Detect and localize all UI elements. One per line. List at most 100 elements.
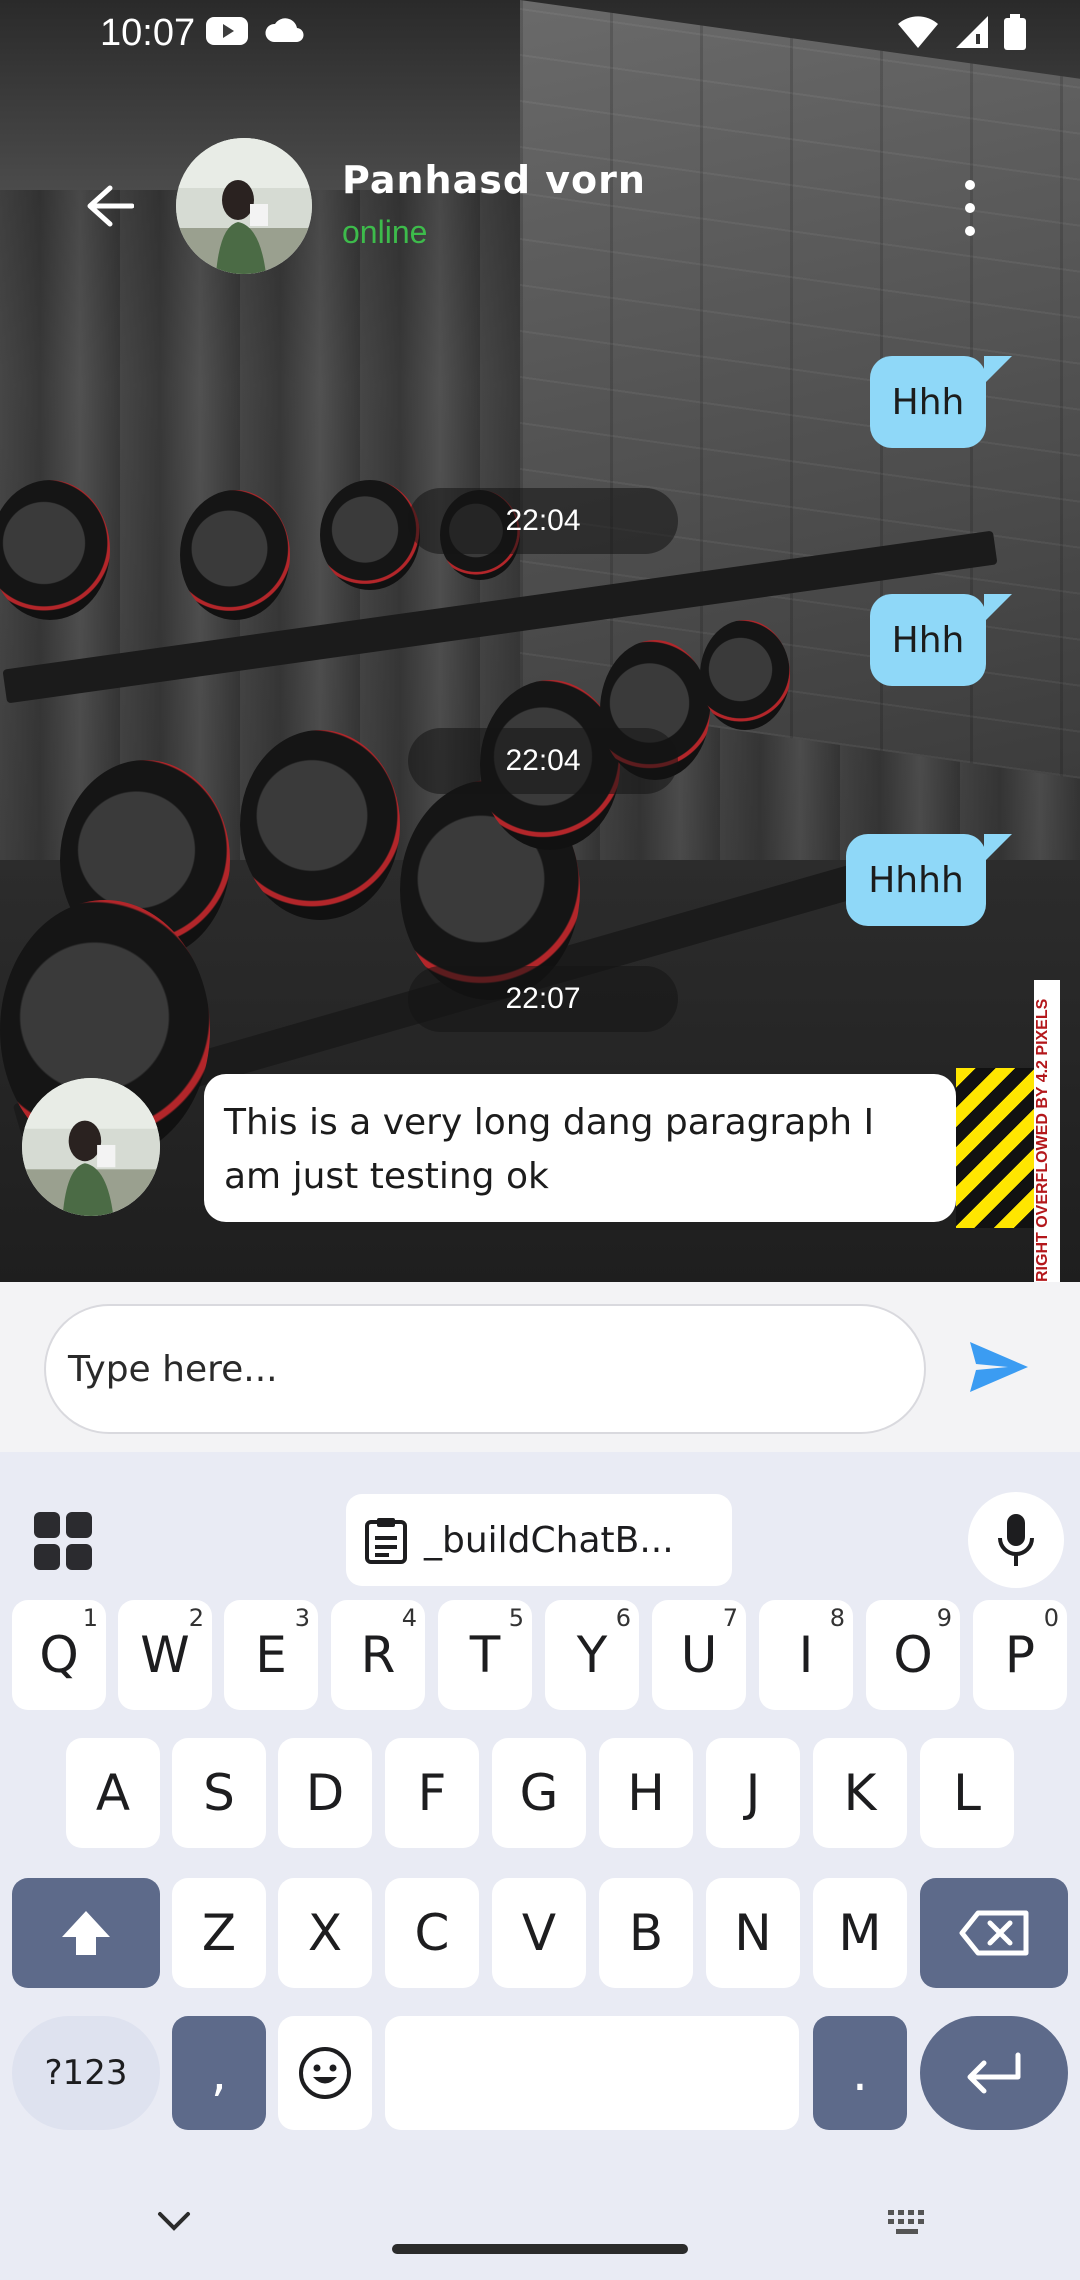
key-m[interactable]: M <box>813 1878 907 1988</box>
bg-dumbbell <box>180 490 290 620</box>
key-y[interactable]: Y6 <box>545 1600 639 1710</box>
dot <box>965 180 975 190</box>
back-button[interactable] <box>80 176 140 236</box>
key-n[interactable]: N <box>706 1878 800 1988</box>
more-options-button[interactable] <box>950 176 990 240</box>
key-label: X <box>307 1904 343 1962</box>
sender-avatar[interactable] <box>22 1078 160 1216</box>
key-label: , <box>211 2044 227 2102</box>
key-o[interactable]: O9 <box>866 1600 960 1710</box>
timestamp-text: 22:04 <box>505 744 581 777</box>
key-b[interactable]: B <box>599 1878 693 1988</box>
bg-brick-wall <box>520 0 1080 779</box>
shift-arrow-icon <box>62 1911 110 1955</box>
enter-key[interactable] <box>920 2016 1068 2130</box>
symbols-key[interactable]: ?123 <box>12 2016 160 2130</box>
signal-icon <box>954 14 990 55</box>
key-s[interactable]: S <box>172 1738 266 1848</box>
emoji-icon <box>299 2047 351 2099</box>
key-f[interactable]: F <box>385 1738 479 1848</box>
keyboard-toolbar: _buildChatB... <box>0 1472 1080 1588</box>
chat-app-bar: Panhasd vorn online <box>0 136 1080 276</box>
clipboard-text: _buildChatB... <box>424 1519 674 1561</box>
home-indicator[interactable] <box>392 2244 688 2254</box>
outgoing-message[interactable]: Hhh <box>870 356 986 448</box>
microphone-icon <box>998 1514 1034 1566</box>
key-d[interactable]: D <box>278 1738 372 1848</box>
key-label: E <box>255 1626 287 1684</box>
cloud-icon <box>264 14 304 53</box>
bg-dumbbell <box>0 480 110 620</box>
key-label: C <box>414 1904 450 1962</box>
message-timestamp: 22:07 <box>408 966 678 1032</box>
arrow-left-icon <box>87 185 134 227</box>
message-input[interactable]: Type here... <box>44 1304 926 1434</box>
voice-input-button[interactable] <box>968 1492 1064 1588</box>
status-icons-left <box>206 14 304 53</box>
key-hint: 0 <box>1043 1604 1059 1632</box>
key-hint: 1 <box>82 1604 98 1632</box>
key-a[interactable]: A <box>66 1738 160 1848</box>
bubble-tail <box>984 356 1012 384</box>
key-v[interactable]: V <box>492 1878 586 1988</box>
key-label: F <box>417 1764 447 1822</box>
dot <box>965 203 975 213</box>
outgoing-message[interactable]: Hhhh <box>846 834 986 926</box>
contact-status: online <box>342 214 428 250</box>
grid-cell <box>34 1544 60 1570</box>
keyboard-apps-icon[interactable] <box>34 1512 92 1570</box>
message-timestamp: 22:04 <box>408 488 678 554</box>
key-q[interactable]: Q1 <box>12 1600 106 1710</box>
shift-key[interactable] <box>12 1878 160 1988</box>
system-nav-bar <box>0 2150 1080 2280</box>
outgoing-message[interactable]: Hhh <box>870 594 986 686</box>
contact-avatar[interactable] <box>176 138 312 274</box>
chevron-down-icon[interactable] <box>156 2210 192 2232</box>
youtube-icon <box>206 14 248 53</box>
contact-name: Panhasd vorn <box>342 158 646 202</box>
avatar-photo-icon <box>22 1078 160 1216</box>
avatar-photo-icon <box>176 138 312 274</box>
key-label: Z <box>201 1904 237 1962</box>
timestamp-text: 22:04 <box>505 504 581 537</box>
keyboard-switch-icon[interactable] <box>886 2208 930 2238</box>
key-u[interactable]: U7 <box>652 1600 746 1710</box>
key-label: R <box>360 1626 396 1684</box>
period-key[interactable]: . <box>813 2016 907 2130</box>
key-x[interactable]: X <box>278 1878 372 1988</box>
key-k[interactable]: K <box>813 1738 907 1848</box>
key-h[interactable]: H <box>599 1738 693 1848</box>
clipboard-suggestion[interactable]: _buildChatB... <box>346 1494 732 1586</box>
key-l[interactable]: L <box>920 1738 1014 1848</box>
key-z[interactable]: Z <box>172 1878 266 1988</box>
key-e[interactable]: E3 <box>224 1600 318 1710</box>
key-label: H <box>627 1764 665 1822</box>
comma-key[interactable]: , <box>172 2016 266 2130</box>
space-key[interactable] <box>385 2016 799 2130</box>
grid-cell <box>34 1512 60 1538</box>
key-hint: 9 <box>936 1604 952 1632</box>
key-r[interactable]: R4 <box>331 1600 425 1710</box>
key-p[interactable]: P0 <box>973 1600 1067 1710</box>
key-label: . <box>852 2044 868 2102</box>
overflow-warning-text: RIGHT OVERFLOWED BY 4.2 PIXELS <box>1034 980 1060 1282</box>
grid-cell <box>66 1544 92 1570</box>
key-label: Q <box>39 1626 79 1684</box>
key-g[interactable]: G <box>492 1738 586 1848</box>
timestamp-text: 22:07 <box>505 982 581 1015</box>
key-i[interactable]: I8 <box>759 1600 853 1710</box>
incoming-message[interactable]: This is a very long dang paragraph I am … <box>204 1074 956 1222</box>
backspace-key[interactable] <box>920 1878 1068 1988</box>
key-label: B <box>628 1904 664 1962</box>
send-button[interactable] <box>968 1340 1038 1400</box>
key-t[interactable]: T5 <box>438 1600 532 1710</box>
key-j[interactable]: J <box>706 1738 800 1848</box>
status-bar: 10:07 <box>0 0 1080 66</box>
key-w[interactable]: W2 <box>118 1600 212 1710</box>
send-icon <box>970 1342 1028 1392</box>
emoji-key[interactable] <box>278 2016 372 2130</box>
message-text: Hhhh <box>868 859 964 901</box>
status-time: 10:07 <box>100 12 196 54</box>
status-icons-right <box>896 14 1026 55</box>
key-c[interactable]: C <box>385 1878 479 1988</box>
